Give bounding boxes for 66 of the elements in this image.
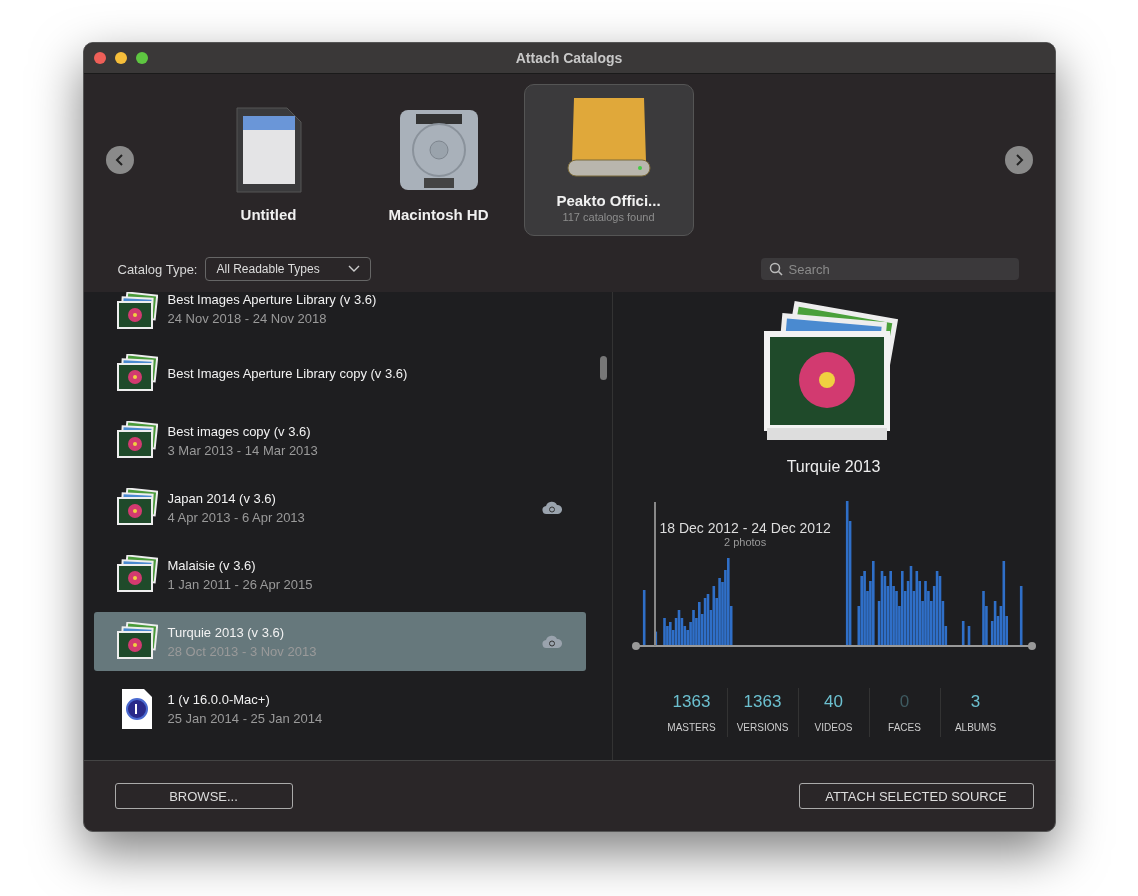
catalog-row[interactable]: Best Images Aperture Library (v 3.6) 24 Nov 2018 - 24 Nov 2018 <box>93 292 586 336</box>
drive-name: Untitled <box>240 206 297 223</box>
previous-button[interactable] <box>105 146 134 174</box>
catalog-name: Best Images Aperture Library copy (v 3.6) <box>167 366 409 381</box>
stat-value: 1363 <box>672 692 711 712</box>
stat-label: FACES <box>888 722 921 733</box>
attach-button[interactable]: ATTACH SELECTED SOURCE <box>798 783 1034 809</box>
catalog-date-range: 24 Nov 2018 - 24 Nov 2018 <box>167 311 328 326</box>
next-button[interactable] <box>1004 146 1033 174</box>
chevron-left-icon <box>113 153 126 167</box>
catalog-name: 1 (v 16.0.0-Mac+) <box>167 691 271 707</box>
photo-count-label: 2 photos <box>724 536 767 548</box>
catalog-name: Malaisie (v 3.6) <box>167 557 257 573</box>
stat-label: VERSIONS <box>736 722 789 733</box>
catalog-name: Japan 2014 (v 3.6) <box>167 490 277 506</box>
photo-stack-icon <box>115 353 158 394</box>
chevron-down-icon <box>348 265 361 273</box>
catalog-name: Best Images Aperture Library (v 3.6) <box>167 292 378 307</box>
stat-value: 0 <box>899 692 910 712</box>
catalog-type-label: Catalog Type: <box>117 261 198 277</box>
catalog-date-range: 25 Jan 2014 - 25 Jan 2014 <box>167 710 324 726</box>
drive-item[interactable]: Untitled <box>183 84 354 236</box>
photo-stack-icon <box>115 420 158 461</box>
stat-label: ALBUMS <box>954 722 997 733</box>
histogram-bar <box>961 621 964 646</box>
catalog-row[interactable]: Malaisie (v 3.6) 1 Jan 2011 - 26 Apr 2015 <box>93 545 586 604</box>
stat-value: 3 <box>970 692 981 712</box>
catalog-row[interactable]: Best images copy (v 3.6) 3 Mar 2013 - 14 Mar 2013 <box>93 411 586 470</box>
window-title: Attach Catalogs <box>515 50 623 66</box>
close-button[interactable] <box>93 52 106 64</box>
scrollbar-thumb[interactable] <box>600 356 607 380</box>
catalog-row[interactable]: Japan 2014 (v 3.6) 4 Apr 2013 - 6 Apr 2013 <box>93 478 586 537</box>
drive-item[interactable]: Peakto Offici... 117 catalogs found <box>523 84 694 236</box>
catalog-row[interactable]: Best Images Aperture Library copy (v 3.6) <box>93 344 586 403</box>
drive-item[interactable]: Macintosh HD <box>353 84 524 236</box>
drive-name: Peakto Offici... <box>556 192 661 209</box>
photo-stack-icon <box>115 621 158 662</box>
catalog-date-range: 4 Apr 2013 - 6 Apr 2013 <box>167 509 306 525</box>
catalog-count: 117 catalogs found <box>562 211 655 223</box>
external-drive-icon <box>565 96 652 180</box>
photo-stack-icon <box>115 554 158 595</box>
stat-label: VIDEOS <box>814 722 853 733</box>
drive-name: Macintosh HD <box>388 206 489 223</box>
photo-stack-icon <box>115 292 158 332</box>
minimize-button[interactable] <box>114 52 127 64</box>
histogram-bar <box>1019 586 1022 646</box>
stat-value: 40 <box>824 692 843 712</box>
search-icon <box>768 262 783 276</box>
search-field[interactable]: Search <box>760 258 1019 280</box>
stat-label: MASTERS <box>667 722 716 733</box>
timeline-marker[interactable] <box>653 502 656 646</box>
catalog-name: Turquie 2013 (v 3.6) <box>167 624 286 640</box>
browse-button[interactable]: BROWSE... <box>114 783 293 809</box>
catalog-date-range: 3 Mar 2013 - 14 Mar 2013 <box>167 442 319 458</box>
date-range-label: 18 Dec 2012 - 24 Dec 2012 <box>659 520 831 536</box>
zoom-button[interactable] <box>135 52 148 64</box>
catalog-name: Best images copy (v 3.6) <box>167 423 312 439</box>
histogram-bar <box>967 626 970 646</box>
photo-stack-icon <box>115 487 158 528</box>
histogram-bar <box>642 590 645 646</box>
catalog-title: Turquie 2013 <box>786 458 881 476</box>
catalog-type-dropdown[interactable]: All Readable Types <box>205 257 372 281</box>
stat-value: 1363 <box>743 692 782 712</box>
sd-card-icon <box>234 106 303 194</box>
catalog-row[interactable]: 1 (v 16.0.0-Mac+) 25 Jan 2014 - 25 Jan 2014 <box>93 679 586 738</box>
catalog-date-range: 1 Jan 2011 - 26 Apr 2015 <box>167 576 314 592</box>
